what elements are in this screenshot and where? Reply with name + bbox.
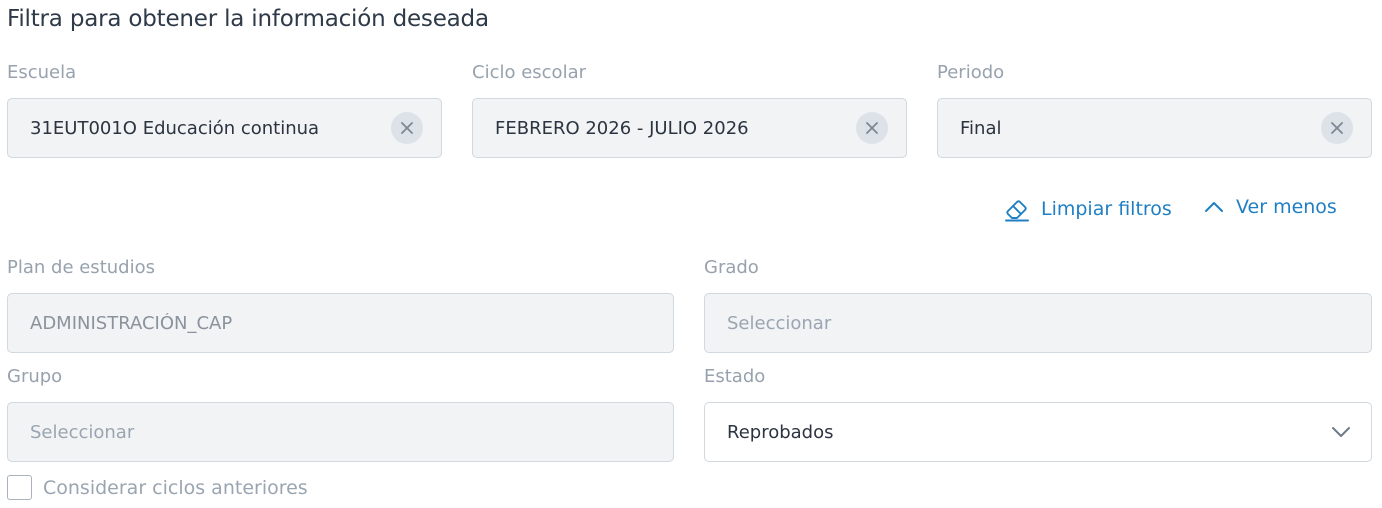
ciclo-value: FEBRERO 2026 - JULIO 2026 [495, 117, 749, 139]
clear-filters-label: Limpiar filtros [1041, 198, 1172, 220]
ciclo-select[interactable]: FEBRERO 2026 - JULIO 2026 [472, 98, 907, 158]
grupo-label: Grupo [7, 366, 63, 387]
estado-label: Estado [704, 366, 766, 387]
close-icon [1331, 122, 1343, 134]
periodo-clear-button[interactable] [1321, 112, 1353, 144]
escuela-value: 31EUT001O Educación continua [30, 117, 320, 139]
page-title: Filtra para obtener la información desea… [7, 6, 489, 32]
close-icon [401, 122, 413, 134]
close-icon [866, 122, 878, 134]
escuela-clear-button[interactable] [391, 112, 423, 144]
chevron-up-icon [1205, 202, 1223, 212]
escuela-label: Escuela [7, 62, 77, 83]
plan-value: ADMINISTRACIÓN_CAP [30, 312, 233, 334]
previous-cycles-option[interactable]: Considerar ciclos anteriores [7, 475, 308, 500]
plan-label: Plan de estudios [7, 257, 155, 278]
grado-select[interactable]: Seleccionar [704, 293, 1372, 353]
previous-cycles-label: Considerar ciclos anteriores [43, 476, 308, 499]
ciclo-clear-button[interactable] [856, 112, 888, 144]
grado-label: Grado [704, 257, 759, 278]
previous-cycles-checkbox[interactable] [7, 475, 32, 500]
estado-value: Reprobados [727, 421, 834, 443]
periodo-select[interactable]: Final [937, 98, 1372, 158]
escuela-select[interactable]: 31EUT001O Educación continua [7, 98, 442, 158]
ciclo-label: Ciclo escolar [472, 62, 586, 83]
show-less-button[interactable]: Ver menos [1203, 196, 1337, 218]
chevron-down-icon [1332, 427, 1350, 437]
show-less-label: Ver menos [1236, 196, 1337, 218]
periodo-label: Periodo [937, 62, 1005, 83]
grupo-select[interactable]: Seleccionar [7, 402, 674, 462]
estado-select[interactable]: Reprobados [704, 402, 1372, 462]
plan-select[interactable]: ADMINISTRACIÓN_CAP [7, 293, 674, 353]
eraser-icon [1005, 200, 1029, 222]
grupo-placeholder: Seleccionar [30, 421, 135, 443]
filter-panel: Filtra para obtener la información desea… [0, 0, 1382, 508]
grado-placeholder: Seleccionar [727, 312, 832, 334]
clear-filters-button[interactable]: Limpiar filtros [1004, 196, 1172, 222]
periodo-value: Final [960, 117, 1002, 139]
